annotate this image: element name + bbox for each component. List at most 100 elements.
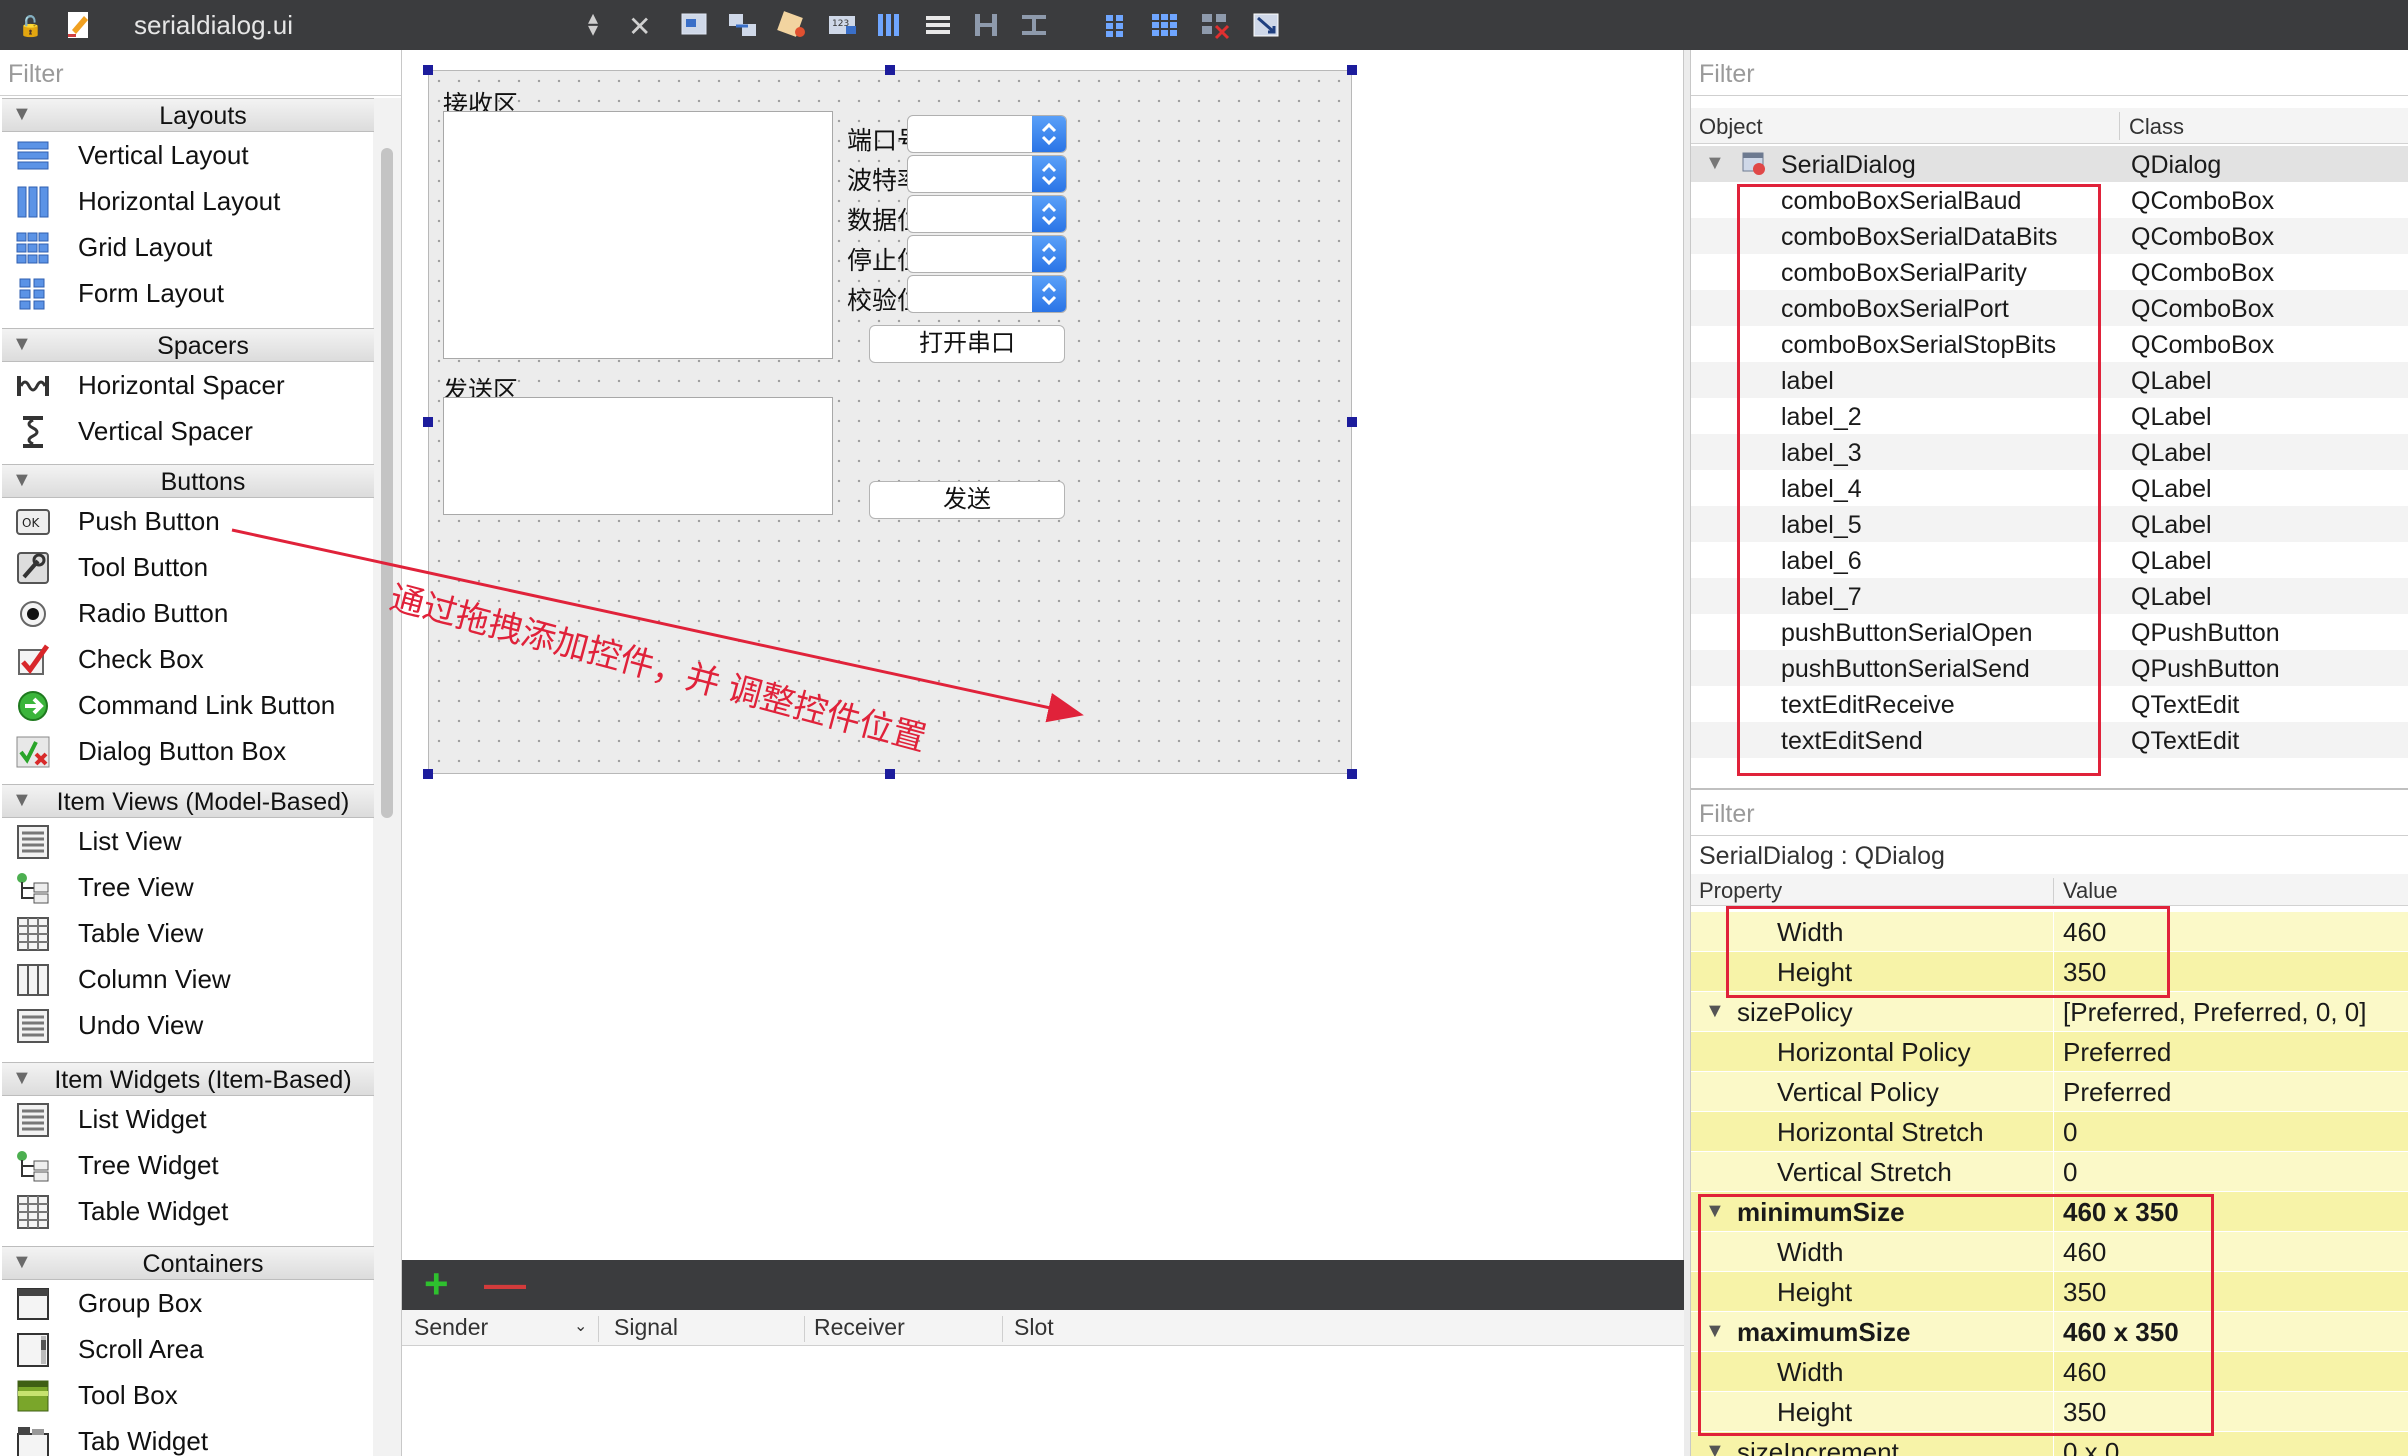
col-object[interactable]: Object	[1699, 114, 1763, 140]
widget-item-grid-layout[interactable]: Grid Layout	[0, 224, 374, 270]
resize-handle[interactable]	[1347, 769, 1357, 779]
widget-item-dialog-button-box[interactable]: Dialog Button Box	[0, 728, 374, 774]
adjust-size-icon[interactable]	[1250, 10, 1284, 40]
remove-connection-icon[interactable]: —	[484, 1263, 526, 1305]
open-serial-button[interactable]: 打开串口	[869, 325, 1065, 363]
widget-item-table-view[interactable]: Table View	[0, 910, 374, 956]
combo-arrows-icon	[1032, 156, 1066, 192]
expand-icon[interactable]: ▼	[1705, 1440, 1725, 1456]
category-containers[interactable]: ▼ Containers	[2, 1246, 374, 1280]
layout-splitter-icon[interactable]	[970, 10, 1004, 40]
property-value[interactable]: Preferred	[2063, 1037, 2171, 1068]
widget-item-column-view[interactable]: Column View	[0, 956, 374, 1002]
add-connection-icon[interactable]: +	[424, 1263, 449, 1305]
widget-item-undo-view[interactable]: Undo View	[0, 1002, 374, 1048]
object-class: QLabel	[2131, 547, 2212, 575]
layout-grid-icon[interactable]	[1148, 10, 1182, 40]
property-value[interactable]: 0 x 0	[2063, 1437, 2119, 1456]
resize-handle[interactable]	[423, 769, 433, 779]
resize-handle[interactable]	[423, 65, 433, 75]
col-class[interactable]: Class	[2129, 114, 2184, 140]
object-row-root[interactable]: ▼ SerialDialog QDialog	[1691, 146, 2408, 182]
text-edit-receive[interactable]	[443, 111, 833, 359]
object-class: QComboBox	[2131, 331, 2275, 359]
expand-icon[interactable]: ▼	[1705, 1000, 1725, 1023]
serial-dialog-form[interactable]: 接收区 端口号 波特率 数据位 停止位 校验位 打开串口 发送区 发送	[428, 70, 1352, 774]
property-value[interactable]: 0	[2063, 1157, 2077, 1188]
edit-tab-order-icon[interactable]: 123	[826, 10, 860, 40]
open-file-name[interactable]: serialdialog.ui	[134, 10, 293, 41]
category-spacers[interactable]: ▼ Spacers	[2, 328, 374, 362]
edit-signals-slots-icon[interactable]	[726, 10, 760, 40]
widget-item-group-box[interactable]: Group Box	[0, 1280, 374, 1326]
widget-item-scroll-area[interactable]: Scroll Area	[0, 1326, 374, 1372]
edit-widgets-icon[interactable]	[678, 10, 712, 40]
text-edit-send[interactable]	[443, 397, 833, 515]
layout-vertical-icon[interactable]	[922, 10, 956, 40]
edit-buddies-icon[interactable]	[776, 10, 810, 40]
widget-filter-input[interactable]: Filter	[0, 50, 401, 96]
close-file-icon[interactable]: ✕	[628, 10, 651, 43]
property-value[interactable]: Preferred	[2063, 1077, 2171, 1108]
widget-item-tool-button[interactable]: Tool Button	[0, 544, 374, 590]
col-property[interactable]: Property	[1699, 878, 1782, 904]
category-buttons[interactable]: ▼ Buttons	[2, 464, 374, 498]
object-filter-input[interactable]: Filter	[1691, 50, 2408, 96]
widget-item-tree-widget[interactable]: Tree Widget	[0, 1142, 374, 1188]
widget-item-tree-view[interactable]: Tree View	[0, 864, 374, 910]
widget-item-check-box[interactable]: Check Box	[0, 636, 374, 682]
property-row[interactable]: Vertical Policy Preferred	[1691, 1072, 2408, 1112]
property-row[interactable]: Horizontal Stretch 0	[1691, 1112, 2408, 1152]
signal-slot-list[interactable]	[402, 1346, 1684, 1456]
widget-item-horizontal-layout[interactable]: Horizontal Layout	[0, 178, 374, 224]
widget-item-list-view[interactable]: List View	[0, 818, 374, 864]
file-switcher-icon[interactable]: ▴ ▾	[588, 8, 598, 40]
layout-vsplitter-icon[interactable]	[1018, 10, 1052, 40]
break-layout-icon[interactable]	[1198, 10, 1232, 40]
widget-item-tool-box[interactable]: Tool Box	[0, 1372, 374, 1418]
combo-serial-parity[interactable]	[907, 275, 1067, 313]
resize-handle[interactable]	[885, 65, 895, 75]
property-filter-input[interactable]: Filter	[1691, 790, 2408, 836]
send-button[interactable]: 发送	[869, 481, 1065, 519]
col-value[interactable]: Value	[2063, 878, 2118, 904]
resize-handle[interactable]	[885, 769, 895, 779]
property-value[interactable]: [Preferred, Preferred, 0, 0]	[2063, 997, 2366, 1028]
widget-item-list-widget[interactable]: List Widget	[0, 1096, 374, 1142]
lock-icon[interactable]: 🔓	[18, 14, 43, 38]
widget-item-table-widget[interactable]: Table Widget	[0, 1188, 374, 1234]
combo-serial-baud[interactable]	[907, 155, 1067, 193]
widget-item-command-link-button[interactable]: Command Link Button	[0, 682, 374, 728]
widget-item-tab-widget[interactable]: Tab Widget	[0, 1418, 374, 1456]
widget-item-form-layout[interactable]: Form Layout	[0, 270, 374, 316]
property-row[interactable]: Vertical Stretch 0	[1691, 1152, 2408, 1192]
layout-horizontal-icon[interactable]	[872, 10, 906, 40]
property-row[interactable]: ▼ sizePolicy [Preferred, Preferred, 0, 0]	[1691, 992, 2408, 1032]
resize-handle[interactable]	[423, 417, 433, 427]
expand-icon[interactable]: ▼	[1705, 152, 1725, 175]
category-item-views[interactable]: ▼ Item Views (Model-Based)	[2, 784, 374, 818]
widget-item-vertical-layout[interactable]: Vertical Layout	[0, 132, 374, 178]
combo-serial-stop-bits[interactable]	[907, 235, 1067, 273]
col-sender[interactable]: Sender	[414, 1314, 488, 1341]
widget-item-vertical-spacer[interactable]: Vertical Spacer	[0, 408, 374, 454]
category-item-widgets[interactable]: ▼ Item Widgets (Item-Based)	[2, 1062, 374, 1096]
resize-handle[interactable]	[1347, 65, 1357, 75]
col-signal[interactable]: Signal	[614, 1314, 678, 1341]
widget-item-push-button[interactable]: OK Push Button	[0, 498, 374, 544]
resize-handle[interactable]	[1347, 417, 1357, 427]
widget-item-horizontal-spacer[interactable]: Horizontal Spacer	[0, 362, 374, 408]
property-name: sizePolicy	[1737, 997, 1853, 1027]
col-receiver[interactable]: Receiver	[814, 1314, 905, 1341]
widget-box-scrollbar[interactable]	[373, 98, 401, 1456]
layout-form-icon[interactable]	[1100, 10, 1134, 40]
chevron-down-icon[interactable]: ⌄	[574, 1316, 587, 1336]
combo-serial-data-bits[interactable]	[907, 195, 1067, 233]
category-layouts[interactable]: ▼ Layouts	[2, 98, 374, 132]
combo-serial-port[interactable]	[907, 115, 1067, 153]
widget-item-radio-button[interactable]: Radio Button	[0, 590, 374, 636]
property-value[interactable]: 0	[2063, 1117, 2077, 1148]
scrollbar-thumb[interactable]	[381, 148, 393, 818]
col-slot[interactable]: Slot	[1014, 1314, 1054, 1341]
property-row[interactable]: Horizontal Policy Preferred	[1691, 1032, 2408, 1072]
